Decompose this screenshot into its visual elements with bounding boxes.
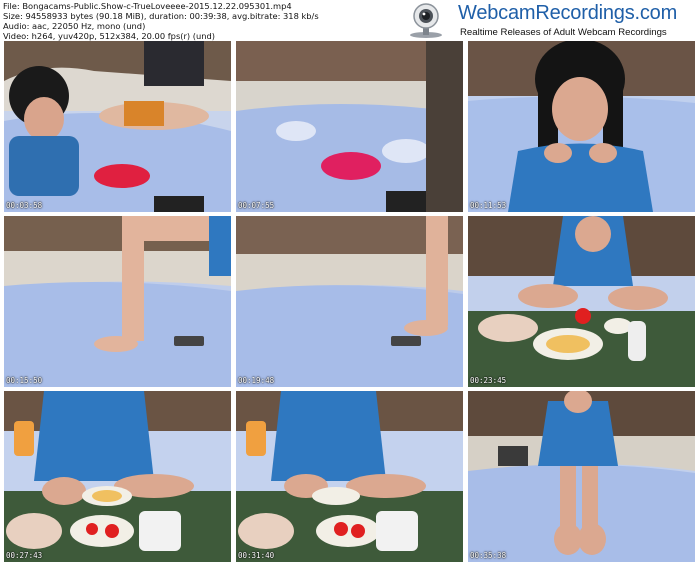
thumbnail-image xyxy=(4,41,231,212)
file-name-line: File: Bongacams-Public.Show-c-TrueLoveee… xyxy=(3,1,292,11)
thumbnail-image xyxy=(468,391,695,562)
timestamp: 00:23:45 xyxy=(470,376,507,385)
timestamp: 00:31:40 xyxy=(238,551,275,560)
logo-title: WebcamRecordings.com xyxy=(458,2,678,24)
contact-sheet-header: File: Bongacams-Public.Show-c-TrueLoveee… xyxy=(0,0,700,41)
thumbnail-image xyxy=(468,41,695,212)
video-thumbnail[interactable]: 00:19:48 xyxy=(236,216,463,387)
thumbnail-image xyxy=(236,41,463,212)
webcam-icon xyxy=(410,3,442,38)
thumbnail-image xyxy=(4,216,231,387)
video-thumbnail[interactable]: 00:11:53 xyxy=(468,41,695,212)
video-thumbnail[interactable]: 00:07:55 xyxy=(236,41,463,212)
timestamp: 00:03:58 xyxy=(6,201,43,210)
audio-line: Audio: aac, 22050 Hz, mono (und) xyxy=(3,21,146,32)
video-thumbnail[interactable]: 00:03:58 xyxy=(4,41,231,212)
video-thumbnail[interactable]: 00:23:45 xyxy=(468,216,695,387)
timestamp: 00:35:38 xyxy=(470,551,507,560)
video-thumbnail[interactable]: 00:31:40 xyxy=(236,391,463,562)
thumbnail-image xyxy=(4,391,231,562)
timestamp: 00:07:55 xyxy=(238,201,275,210)
file-metadata: File: Bongacams-Public.Show-c-TrueLoveee… xyxy=(3,1,319,41)
thumbnail-image xyxy=(236,391,463,562)
video-thumbnail[interactable]: 00:27:43 xyxy=(4,391,231,562)
timestamp: 00:27:43 xyxy=(6,551,43,560)
size-line: Size: 94558933 bytes (90.18 MiB), durati… xyxy=(3,11,319,22)
timestamp: 00:11:53 xyxy=(470,201,507,210)
logo-tagline: Realtime Releases of Adult Webcam Record… xyxy=(460,27,667,38)
timestamp: 00:15:50 xyxy=(6,376,43,385)
thumbnail-image xyxy=(468,216,695,387)
thumbnail-grid: 00:03:58 00:07:55 00:11:53 00:15:50 00:1… xyxy=(4,41,695,562)
video-thumbnail[interactable]: 00:15:50 xyxy=(4,216,231,387)
site-logo: WebcamRecordings.com Realtime Releases o… xyxy=(400,0,700,40)
video-line: Video: h264, yuv420p, 512x384, 20.00 fps… xyxy=(3,31,216,42)
timestamp: 00:19:48 xyxy=(238,376,275,385)
video-thumbnail[interactable]: 00:35:38 xyxy=(468,391,695,562)
thumbnail-image xyxy=(236,216,463,387)
